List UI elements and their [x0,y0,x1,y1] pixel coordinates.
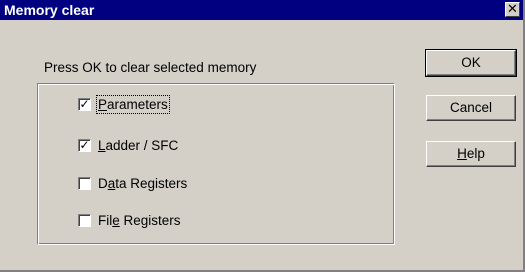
checkbox-parameters[interactable]: ✓ Parameters [78,94,170,114]
checkbox-ladder-sfc[interactable]: ✓ Ladder / SFC [78,135,178,155]
dialog-title: Memory clear [4,2,95,18]
checkbox-box[interactable]: ✓ [78,137,91,152]
checkbox-label: Data Registers [98,175,188,191]
close-button[interactable]: ✕ [505,2,520,17]
ok-button[interactable]: OK [425,49,517,77]
checkbox-box[interactable]: ✓ [78,96,91,111]
checkbox-label: Ladder / SFC [98,137,179,153]
title-bar: Memory clear ✕ [0,0,523,20]
check-icon: ✓ [79,137,90,152]
checkbox-data-registers[interactable]: Data Registers [78,173,187,193]
checkbox-box[interactable] [78,176,91,190]
memory-clear-dialog: Memory clear ✕ Press OK to clear selecte… [0,0,525,272]
checkbox-label: File Registers [98,212,181,228]
check-icon: ✓ [79,96,90,111]
prompt-text: Press OK to clear selected memory [44,60,257,75]
checkbox-label: Parameters [96,94,170,114]
close-icon: ✕ [507,1,518,16]
help-button[interactable]: Help [426,141,516,167]
checkbox-file-registers[interactable]: File Registers [78,210,181,230]
cancel-button[interactable]: Cancel [426,95,516,121]
checkbox-box[interactable] [78,213,91,227]
